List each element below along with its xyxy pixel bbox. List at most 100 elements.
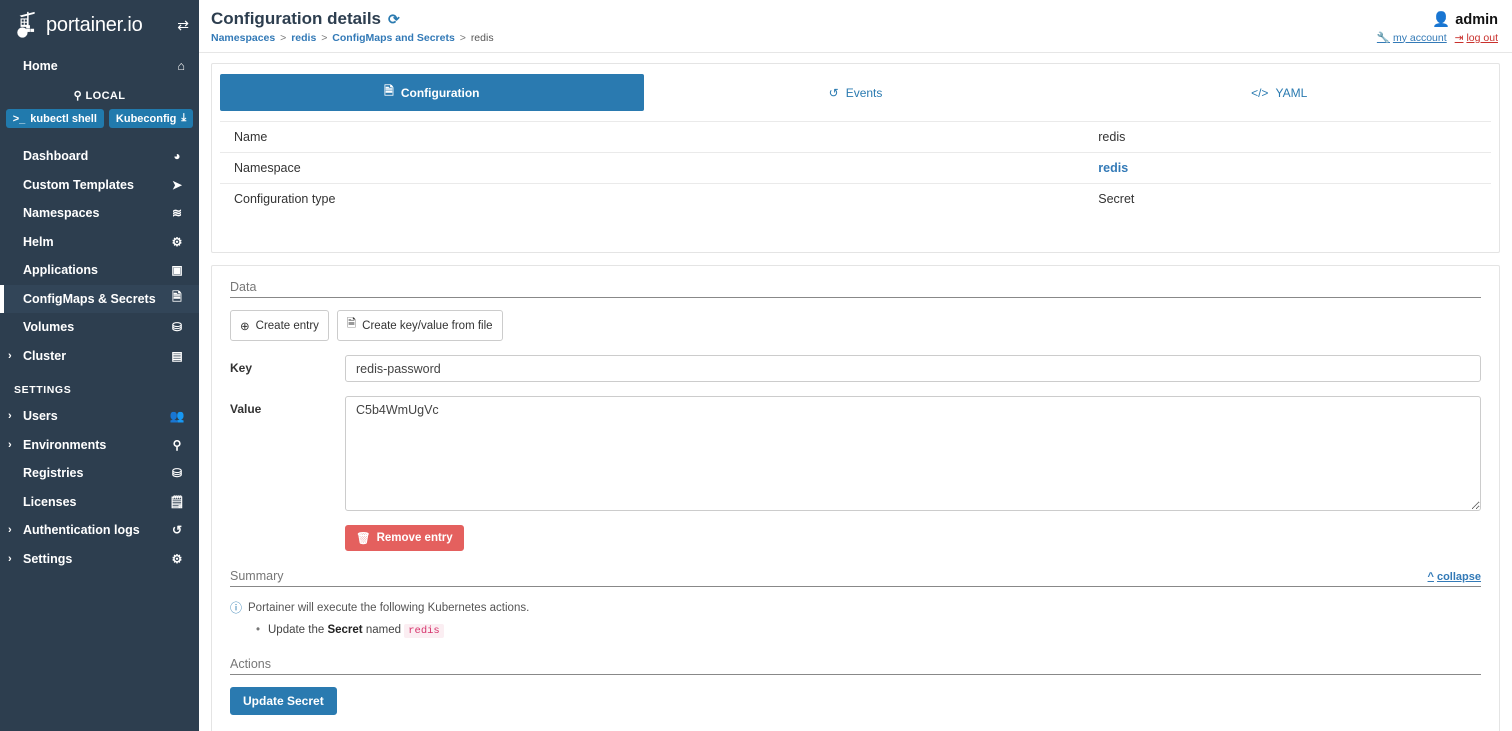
- breadcrumb-link-redis[interactable]: redis: [291, 32, 316, 44]
- remove-entry-label: Remove entry: [376, 532, 453, 544]
- home-icon: ⌂: [177, 59, 185, 73]
- chevron-right-icon[interactable]: ›: [8, 553, 12, 565]
- table-row: Name redis: [220, 121, 1491, 153]
- panel-spacer: [220, 214, 1491, 244]
- key-input[interactable]: [345, 355, 1481, 382]
- summary-action-list: Update the Secret named redis: [256, 624, 1481, 638]
- value-textarea[interactable]: C5b4WmUgVc: [345, 396, 1481, 511]
- code-icon: </>: [1251, 85, 1269, 100]
- data-panel: Data ⊕ Create entry 🗎 Create key/value f…: [211, 265, 1500, 731]
- download-icon: ⤓: [181, 112, 187, 124]
- page-title: Configuration details ⟳: [211, 9, 494, 29]
- chevron-up-icon: ^: [1427, 571, 1434, 583]
- breadcrumb-current: redis: [470, 32, 494, 44]
- portainer-logo-icon: [14, 10, 44, 40]
- refresh-icon[interactable]: ⟳: [388, 11, 400, 28]
- data-section-header: Data: [230, 280, 1481, 298]
- collapse-summary-link[interactable]: ^ collapse: [1428, 571, 1481, 583]
- row-value-configuration-type: Secret: [1084, 183, 1491, 214]
- sidebar-item-applications[interactable]: Applications ▣: [0, 256, 199, 285]
- sidebar-item-custom-templates-label: Custom Templates: [23, 177, 134, 192]
- trash-icon: 🗑: [356, 533, 371, 545]
- chevron-right-icon[interactable]: ›: [8, 439, 12, 451]
- breadcrumb-separator: >: [280, 32, 287, 44]
- sidebar-item-helm[interactable]: Helm ⚙: [0, 228, 199, 257]
- log-out-label: log out: [1466, 31, 1498, 44]
- my-account-link[interactable]: 🔧 my account: [1376, 31, 1447, 45]
- chevron-right-icon[interactable]: ›: [8, 410, 12, 422]
- toggle-sidebar-icon[interactable]: ⇄: [177, 18, 189, 32]
- my-account-label: my account: [1392, 31, 1447, 44]
- plus-circle-icon: ⊕: [240, 320, 250, 333]
- sidebar-item-dashboard-label: Dashboard: [23, 149, 89, 164]
- environment-buttons: >_ kubectl shell Kubeconfig ⤓: [0, 109, 199, 128]
- sidebar-item-authentication-logs[interactable]: › Authentication logs ↺: [0, 516, 199, 545]
- dashboard-icon: ◕: [173, 149, 181, 164]
- tab-yaml[interactable]: </> YAML: [1067, 74, 1491, 111]
- summary-action-bold: Secret: [327, 624, 363, 636]
- rocket-icon: ➤: [171, 177, 183, 192]
- actions-section: Actions Update Secret: [230, 657, 1481, 715]
- sidebar-item-environments-label: Environments: [23, 437, 107, 452]
- create-key-value-from-file-button[interactable]: 🗎 Create key/value from file: [336, 310, 503, 341]
- details-table: Name redis Namespace redis Configuration…: [220, 121, 1491, 214]
- actions-section-header: Actions: [230, 657, 1481, 675]
- sidebar-section-settings: SETTINGS: [14, 384, 72, 396]
- summary-action-middle: named: [365, 624, 402, 636]
- summary-note-text: Portainer will execute the following Kub…: [248, 601, 530, 614]
- chevron-right-icon[interactable]: ›: [8, 350, 12, 362]
- gears-icon: ⚙: [171, 551, 183, 566]
- sidebar-item-users[interactable]: › Users 👥: [0, 402, 199, 431]
- table-row: Configuration type Secret: [220, 183, 1491, 214]
- users-icon: 👥: [169, 409, 185, 424]
- sidebar-item-cluster[interactable]: › Cluster ▤: [0, 342, 199, 371]
- row-key-namespace: Namespace: [220, 152, 1085, 184]
- breadcrumb-separator: >: [321, 32, 328, 44]
- remove-entry-button[interactable]: 🗑 Remove entry: [345, 525, 464, 551]
- sidebar-item-authentication-logs-label: Authentication logs: [23, 523, 140, 538]
- sidebar-item-home[interactable]: Home ⌂: [0, 52, 199, 80]
- tab-events[interactable]: ↺ Events: [644, 74, 1068, 111]
- layers-icon: ≋: [171, 206, 183, 221]
- chevron-right-icon[interactable]: ›: [8, 524, 12, 536]
- main-content: Configuration details ⟳ Namespaces > red…: [199, 0, 1512, 731]
- sidebar-item-registries[interactable]: Registries ⛁: [0, 459, 199, 488]
- sidebar-item-custom-templates[interactable]: Custom Templates ➤: [0, 171, 199, 200]
- summary-section-header: Summary ^ collapse: [230, 569, 1481, 587]
- data-buttons: ⊕ Create entry 🗎 Create key/value from f…: [230, 310, 1481, 341]
- value-label: Value: [230, 402, 262, 416]
- key-form-row: Key: [230, 355, 1481, 382]
- file-icon: 🗎: [384, 84, 394, 98]
- sidebar-item-environments[interactable]: › Environments ⚲: [0, 431, 199, 460]
- sidebar-item-users-label: Users: [23, 409, 58, 424]
- breadcrumb-link-configmaps-and-secrets[interactable]: ConfigMaps and Secrets: [332, 32, 455, 44]
- page-title-text: Configuration details: [211, 9, 381, 28]
- log-out-link[interactable]: ⇥ log out: [1455, 31, 1498, 44]
- database-icon: ⛁: [171, 320, 183, 335]
- sidebar-item-volumes[interactable]: Volumes ⛁: [0, 313, 199, 342]
- kubectl-shell-button[interactable]: >_ kubectl shell: [5, 109, 104, 128]
- sidebar-item-settings[interactable]: › Settings ⚙: [0, 545, 199, 574]
- file-icon: 🗎: [346, 318, 357, 330]
- breadcrumb-separator: >: [459, 32, 466, 44]
- sidebar-item-namespaces[interactable]: Namespaces ≋: [0, 199, 199, 228]
- tab-configuration[interactable]: 🗎 Configuration: [220, 74, 644, 111]
- user-name[interactable]: 👤 admin: [1377, 11, 1498, 29]
- wrench-icon: 🔧: [1376, 32, 1390, 44]
- sidebar-item-dashboard[interactable]: Dashboard ◕: [0, 142, 199, 171]
- app-root: portainer.io ⇄ Home ⌂ ⚲ LOCAL >_ kubectl…: [0, 0, 1512, 731]
- collapse-summary-label: collapse: [1436, 571, 1481, 583]
- sidebar: portainer.io ⇄ Home ⌂ ⚲ LOCAL >_ kubectl…: [0, 0, 199, 731]
- sidebar-item-licenses[interactable]: Licenses 🗒: [0, 488, 199, 517]
- plug-icon: ⚲: [73, 90, 83, 102]
- kubeconfig-button[interactable]: Kubeconfig ⤓: [108, 109, 194, 128]
- user-links: 🔧 my account ⇥ log out: [1376, 31, 1498, 45]
- actions-section-title: Actions: [230, 657, 271, 671]
- topbar-left: Configuration details ⟳ Namespaces > red…: [211, 9, 494, 44]
- brand-left[interactable]: portainer.io: [14, 10, 143, 40]
- sidebar-item-configmaps-and-secrets[interactable]: ConfigMaps & Secrets 🗎: [0, 284, 199, 313]
- row-value-namespace-link[interactable]: redis: [1098, 161, 1128, 175]
- update-secret-button[interactable]: Update Secret: [230, 687, 337, 715]
- breadcrumb-link-namespaces[interactable]: Namespaces: [211, 32, 275, 44]
- create-entry-button[interactable]: ⊕ Create entry: [230, 310, 329, 341]
